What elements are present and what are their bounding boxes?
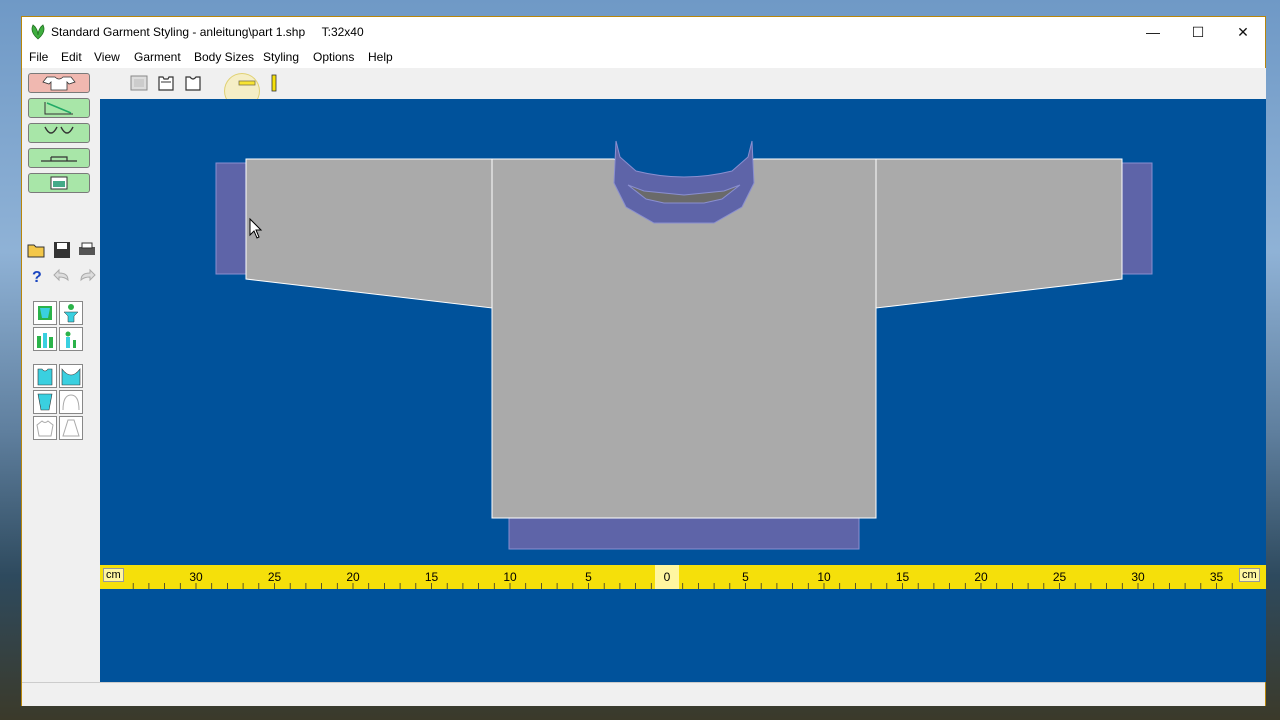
back-piece-icon[interactable]: [156, 73, 176, 93]
garment-canvas[interactable]: cm 30 25 20 15 10 5 0 5 10 15 20 25 30 35 cm: [100, 99, 1266, 682]
right-sleeve[interactable]: [875, 158, 1123, 309]
neckband[interactable]: [613, 140, 755, 224]
menu-options[interactable]: Options: [313, 50, 354, 64]
toolbar: [100, 68, 1266, 99]
open-file-icon[interactable]: [25, 238, 49, 262]
pattern-grid-button[interactable]: [28, 98, 90, 118]
knitting-needle-icon: [41, 156, 77, 162]
ruler[interactable]: cm 30 25 20 15 10 5 0 5 10 15 20 25 30 35 cm: [100, 565, 1266, 589]
menu-bar: File Edit View Garment Body Sizes Stylin…: [22, 48, 1265, 68]
ruler-label: 35: [1209, 570, 1224, 584]
ruler-label: 20: [974, 570, 988, 584]
svg-text:?: ?: [32, 269, 42, 286]
help-icon[interactable]: ?: [25, 264, 49, 288]
ruler-label: 10: [817, 570, 831, 584]
save-file-icon[interactable]: [50, 238, 74, 262]
ruler-unit-left: cm: [103, 568, 124, 582]
title-bar: Standard Garment Styling - anleitung\par…: [22, 17, 1265, 48]
ruler-label: 5: [742, 570, 749, 584]
hem-rib[interactable]: [508, 517, 860, 550]
size-label: T:32x40: [321, 25, 364, 39]
garment-drawing: [215, 140, 1153, 550]
ruler-label: 5: [585, 570, 592, 584]
picture-button[interactable]: [28, 173, 90, 193]
ruler-label: 20: [346, 570, 360, 584]
menu-view[interactable]: View: [94, 50, 120, 64]
ruler-label: 25: [1052, 570, 1067, 584]
app-window: Standard Garment Styling - anleitung\par…: [21, 16, 1266, 706]
family-icon[interactable]: [33, 327, 57, 351]
menu-file[interactable]: File: [29, 50, 48, 64]
body-measure-icon[interactable]: [33, 301, 57, 325]
neckline-shapes-icon: [44, 126, 74, 134]
ruler-label: 15: [895, 570, 910, 584]
minimize-button[interactable]: —: [1130, 17, 1176, 47]
vertical-measure-icon[interactable]: [264, 73, 284, 93]
menu-styling[interactable]: Styling: [263, 50, 299, 64]
child-figure-icon[interactable]: [59, 327, 83, 351]
redo-icon[interactable]: [75, 264, 99, 288]
menu-help[interactable]: Help: [368, 50, 393, 64]
body-piece-icon[interactable]: [183, 73, 203, 93]
status-bar: [22, 682, 1265, 706]
window-title: Standard Garment Styling - anleitung\par…: [51, 25, 364, 39]
shaping-button[interactable]: [28, 148, 90, 168]
ruler-label: 15: [424, 570, 439, 584]
sleeve-cap-icon[interactable]: [59, 390, 83, 414]
sweater-icon: [42, 76, 76, 91]
print-icon[interactable]: [75, 238, 99, 262]
ruler-unit-right: cm: [1239, 568, 1260, 582]
left-sleeve[interactable]: [245, 158, 493, 309]
neck-curve-icon[interactable]: [59, 364, 83, 388]
ruler-label: 10: [503, 570, 517, 584]
right-cuff[interactable]: [1121, 162, 1153, 275]
sleeve-shape-icon[interactable]: [33, 390, 57, 414]
grid-slope-icon: [44, 102, 73, 115]
maximize-button[interactable]: ☐: [1175, 17, 1221, 47]
ruler-label: 0: [663, 570, 671, 584]
close-button[interactable]: ✕: [1220, 17, 1266, 47]
styling-button[interactable]: [28, 123, 90, 143]
menu-garment[interactable]: Garment: [134, 50, 181, 64]
ruler-label: 25: [267, 570, 282, 584]
image-icon: [50, 176, 68, 190]
menu-body-sizes[interactable]: Body Sizes: [194, 50, 254, 64]
skirt-shape-icon[interactable]: [59, 416, 83, 440]
figure-icon[interactable]: [59, 301, 83, 325]
front-piece-icon[interactable]: [129, 73, 149, 93]
ruler-label: 30: [189, 570, 203, 584]
left-tool-panel: ?: [22, 68, 100, 682]
left-cuff[interactable]: [215, 162, 247, 275]
ruler-label: 30: [1131, 570, 1145, 584]
vest-shape-icon[interactable]: [33, 364, 57, 388]
garment-mode-button[interactable]: [28, 73, 90, 93]
app-logo-icon: [31, 24, 45, 40]
raglan-icon[interactable]: [33, 416, 57, 440]
menu-edit[interactable]: Edit: [61, 50, 82, 64]
undo-icon[interactable]: [50, 264, 74, 288]
